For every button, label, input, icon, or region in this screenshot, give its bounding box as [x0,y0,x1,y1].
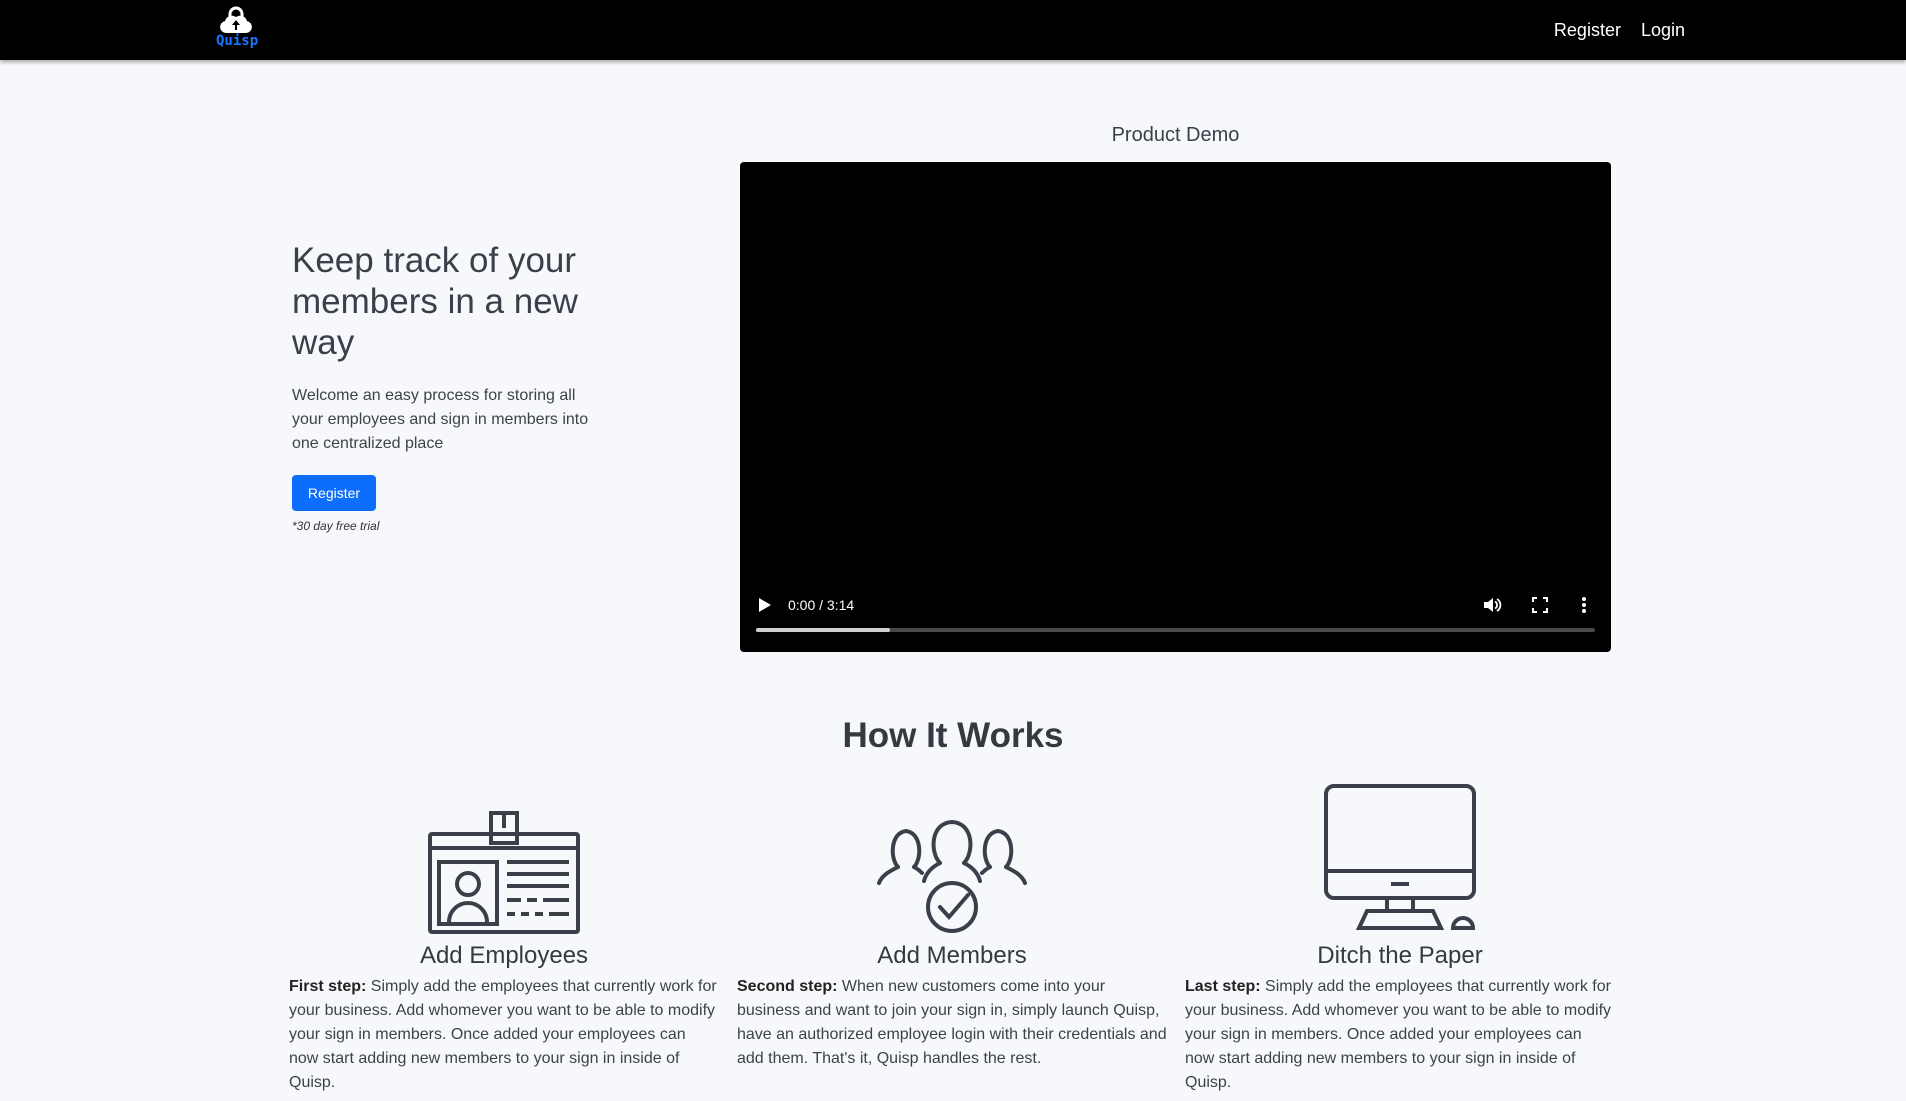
brand-name: Quisp [216,33,259,49]
feature-description: Second step: When new customers come int… [737,975,1167,1071]
nav-login-link[interactable]: Login [1641,20,1685,41]
volume-icon[interactable] [1482,595,1502,615]
feature-title: Add Employees [419,942,589,969]
lock-cloud-logo-icon [220,6,252,34]
fullscreen-icon[interactable] [1531,596,1549,614]
nav-register-link[interactable]: Register [1554,20,1621,41]
id-badge-icon [428,811,580,934]
navbar: Quisp Register Login [0,0,1906,60]
feature-title: Add Members [877,942,1027,969]
desktop-monitor-icon [1324,784,1476,930]
play-icon[interactable] [757,596,773,614]
product-demo-label: Product Demo [1111,124,1240,146]
hero-title: Keep track of your members in a new way [292,241,578,362]
feature-step-label: Last step: [1185,978,1261,995]
more-vertical-icon[interactable] [1580,595,1588,615]
feature-ditch-the-paper: Ditch the Paper Last step: Simply add th… [1185,775,1615,1095]
feature-title: Ditch the Paper [1317,942,1483,969]
video-progress-bar[interactable] [756,628,1595,632]
feature-add-employees: Add Employees First step: Simply add the… [289,775,719,1095]
how-it-works-title: How It Works [842,716,1064,755]
feature-add-members: Add Members Second step: When new custom… [737,775,1167,1071]
hero-register-button[interactable]: Register [292,475,376,511]
brand-logo[interactable]: Quisp [216,5,259,55]
feature-step-label: Second step: [737,978,838,995]
product-demo-video[interactable]: 0:00 / 3:14 [740,162,1611,652]
feature-description: First step: Simply add the employees tha… [289,975,719,1095]
video-time: 0:00 / 3:14 [788,597,855,613]
video-buffered-fill [756,628,891,632]
nav-links: Register Login [1534,0,1685,60]
feature-step-label: First step: [289,978,367,995]
trial-note: *30 day free trial [292,519,380,533]
members-check-icon [877,819,1027,933]
hero-description: Welcome an easy process for storing all … [292,387,589,452]
feature-description: Last step: Simply add the employees that… [1185,975,1615,1095]
